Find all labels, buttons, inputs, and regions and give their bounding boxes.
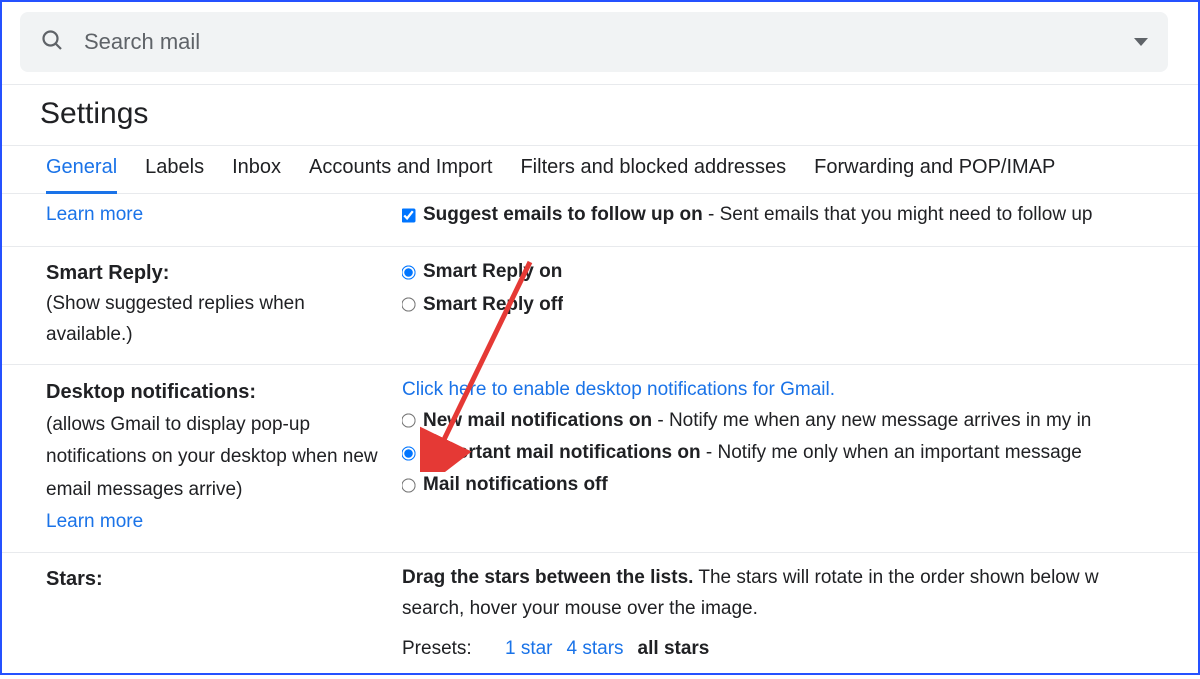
new-mail-notif-label: New mail notifications on - Notify me wh…	[423, 406, 1091, 436]
new-mail-notif-radio[interactable]	[402, 414, 416, 428]
row-desktop-notifications: Desktop notifications: (allows Gmail to …	[2, 365, 1198, 553]
smart-reply-title: Smart Reply:	[46, 257, 396, 289]
search-icon	[40, 28, 64, 57]
smart-reply-off-radio[interactable]	[402, 298, 416, 312]
enable-desktop-notifications-link[interactable]: Click here to enable desktop notificatio…	[402, 379, 835, 400]
preset-all-stars-link[interactable]: all stars	[638, 634, 710, 664]
tab-labels[interactable]: Labels	[145, 146, 204, 193]
suggest-follow-up-label: Suggest emails to follow up on - Sent em…	[423, 200, 1092, 230]
suggest-follow-up-checkbox[interactable]	[402, 208, 416, 222]
stars-instructions: Drag the stars between the lists. The st…	[402, 563, 1198, 593]
tab-inbox[interactable]: Inbox	[232, 146, 281, 193]
desktop-desc: (allows Gmail to display pop-up notifica…	[46, 409, 396, 506]
search-placeholder: Search mail	[84, 29, 200, 55]
tab-general[interactable]: General	[46, 146, 117, 194]
smart-reply-desc: (Show suggested replies when available.)	[46, 293, 305, 344]
presets-label: Presets:	[402, 638, 472, 659]
smart-reply-on-label: Smart Reply on	[423, 257, 562, 287]
chevron-down-icon[interactable]	[1134, 38, 1148, 46]
search-bar[interactable]: Search mail	[20, 12, 1168, 72]
settings-tabs: General Labels Inbox Accounts and Import…	[2, 146, 1198, 194]
mail-notif-off-label: Mail notifications off	[423, 470, 608, 500]
smart-reply-on-radio[interactable]	[402, 265, 416, 279]
row-stars: Stars: Drag the stars between the lists.…	[2, 553, 1198, 678]
stars-instructions-line2: search, hover your mouse over the image.	[402, 594, 1198, 624]
important-mail-notif-radio[interactable]	[402, 446, 416, 460]
tab-forwarding[interactable]: Forwarding and POP/IMAP	[814, 146, 1055, 193]
desktop-title: Desktop notifications:	[46, 375, 396, 409]
tab-filters[interactable]: Filters and blocked addresses	[520, 146, 786, 193]
smart-reply-off-label: Smart Reply off	[423, 290, 563, 320]
nudges-learn-more-link[interactable]: Learn more	[46, 204, 143, 225]
mail-notif-off-radio[interactable]	[402, 478, 416, 492]
tab-accounts[interactable]: Accounts and Import	[309, 146, 492, 193]
preset-1-star-link[interactable]: 1 star	[505, 634, 553, 664]
important-mail-notif-label: Important mail notifications on - Notify…	[423, 438, 1082, 468]
desktop-learn-more-link[interactable]: Learn more	[46, 511, 143, 532]
stars-title: Stars:	[46, 563, 396, 595]
row-smart-reply: Smart Reply: (Show suggested replies whe…	[2, 247, 1198, 365]
preset-4-stars-link[interactable]: 4 stars	[567, 634, 624, 664]
settings-content: Learn more Suggest emails to follow up o…	[2, 194, 1198, 679]
row-nudges: Learn more Suggest emails to follow up o…	[2, 194, 1198, 247]
stars-presets: Presets: 1 star 4 stars all stars	[402, 634, 1198, 664]
page-title: Settings	[2, 85, 1198, 145]
